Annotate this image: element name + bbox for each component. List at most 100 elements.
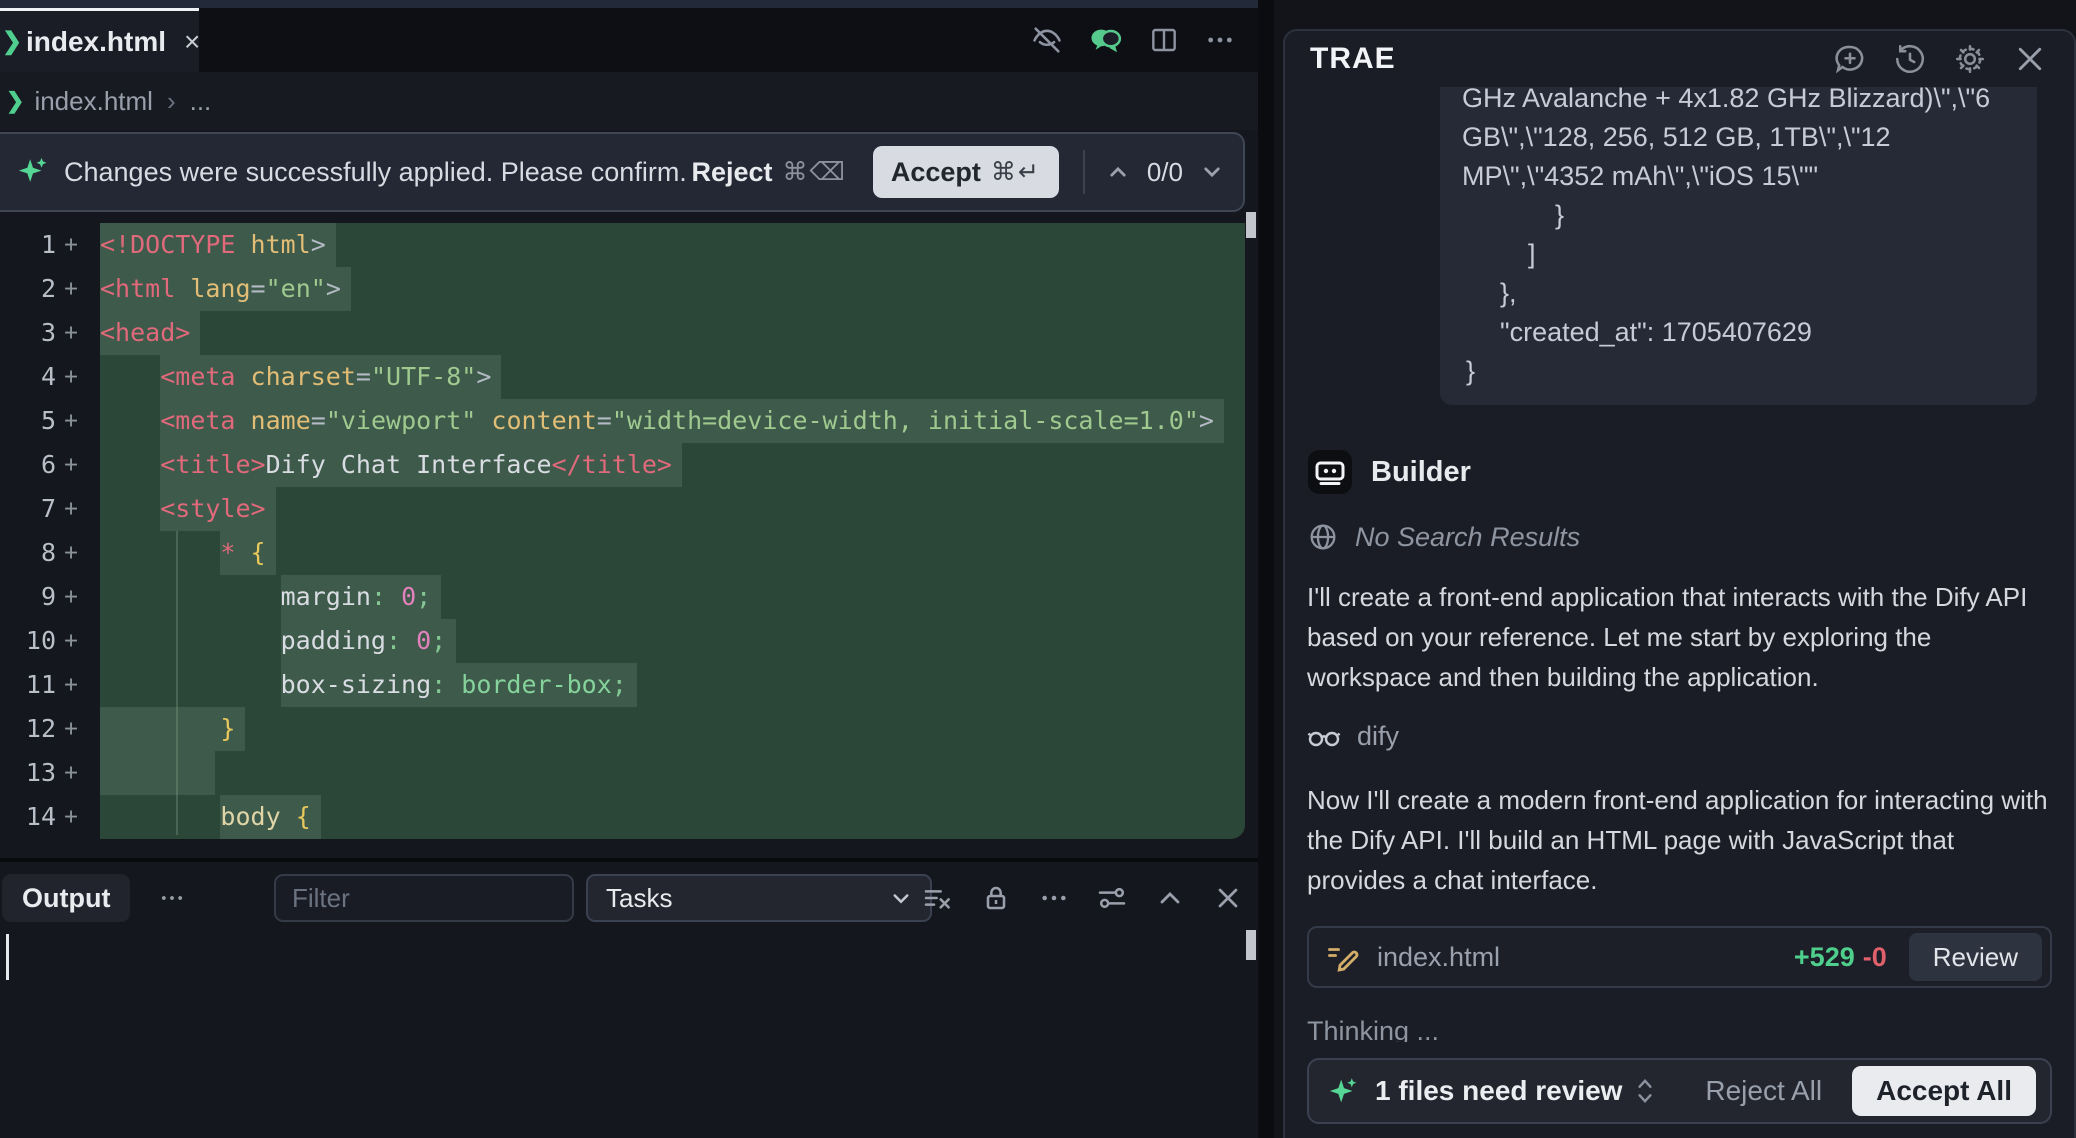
clear-output-icon[interactable] xyxy=(922,882,954,914)
lines-removed: -0 xyxy=(1863,942,1887,973)
review-bar: 1 files need review Reject All Accept Al… xyxy=(1307,1058,2052,1124)
maximize-panel-icon[interactable] xyxy=(1154,882,1186,914)
accept-all-button[interactable]: Accept All xyxy=(1852,1066,2036,1116)
line-number: 10 xyxy=(0,619,56,663)
code-line[interactable]: 7+ <style> xyxy=(0,487,1258,531)
breadcrumb[interactable]: ❯ index.html › ... xyxy=(0,72,1258,130)
indent-guide xyxy=(176,531,178,835)
chat-scroll-area[interactable]: GHz Avalanche + 4x1.82 GHz Blizzard)\",\… xyxy=(1285,87,2074,1042)
glasses-icon xyxy=(1307,724,1341,750)
diff-added-marker: + xyxy=(56,223,86,267)
output-filter-input[interactable] xyxy=(274,874,574,922)
breadcrumb-more[interactable]: ... xyxy=(190,86,212,117)
json-line: } xyxy=(1462,352,2017,391)
divider xyxy=(1083,150,1085,194)
code-line[interactable]: 3+<head> xyxy=(0,311,1258,355)
section-gap xyxy=(1258,0,1274,1138)
tool-call-row[interactable]: dify xyxy=(1307,721,2052,752)
reject-all-button[interactable]: Reject All xyxy=(1705,1075,1822,1107)
sparkle-icon xyxy=(16,155,50,189)
confirm-message: Changes were successfully applied. Pleas… xyxy=(64,157,687,188)
history-icon[interactable] xyxy=(1892,41,1928,77)
trae-header: TRAE xyxy=(1285,31,2074,87)
json-line: ] xyxy=(1462,235,2017,274)
more-actions-icon[interactable] xyxy=(1038,882,1070,914)
lock-scroll-icon[interactable] xyxy=(980,882,1012,914)
breadcrumb-file[interactable]: index.html xyxy=(34,86,153,117)
accept-label: Accept xyxy=(891,157,981,188)
close-panel-icon[interactable] xyxy=(1212,882,1244,914)
thinking-status: Thinking ... xyxy=(1307,1016,2052,1042)
line-number: 12 xyxy=(0,707,56,751)
tab-title: index.html xyxy=(26,26,166,58)
code-line[interactable]: 6+ <title>Dify Chat Interface</title> xyxy=(0,443,1258,487)
search-status: No Search Results xyxy=(1355,522,1580,553)
split-editor-icon[interactable] xyxy=(1148,24,1180,56)
builder-label: Builder xyxy=(1371,456,1471,489)
code-editor[interactable]: 1+<!DOCTYPE html>2+<html lang="en">3+<he… xyxy=(0,223,1258,839)
builder-row: Builder xyxy=(1307,449,2052,495)
more-actions-icon[interactable] xyxy=(1204,24,1236,56)
diff-added-marker: + xyxy=(56,663,86,707)
prev-change-icon[interactable] xyxy=(1103,157,1133,187)
output-channel-label: Tasks xyxy=(606,883,886,914)
gear-icon[interactable] xyxy=(1952,41,1988,77)
line-number: 6 xyxy=(0,443,56,487)
output-channel-select[interactable]: Tasks xyxy=(586,874,932,922)
accept-all-label: Accept All xyxy=(1876,1075,2012,1107)
review-label: Review xyxy=(1933,942,2018,973)
editor-section: ❯ index.html × xyxy=(0,0,1258,1138)
tab-output[interactable]: Output xyxy=(2,874,130,922)
reject-shortcut: ⌘⌫ xyxy=(783,157,847,187)
tab-index-html[interactable]: ❯ index.html × xyxy=(0,8,199,72)
code-line[interactable]: 13+ xyxy=(0,751,1258,795)
accept-shortcut: ⌘↵ xyxy=(991,157,1041,187)
file-change-card[interactable]: index.html +529 -0 Review xyxy=(1307,926,2052,988)
hide-inline-diff-icon[interactable] xyxy=(1030,23,1064,57)
json-line: "created_at": 1705407629 xyxy=(1462,313,2017,352)
diff-added-marker: + xyxy=(56,267,86,311)
code-line[interactable]: 2+<html lang="en"> xyxy=(0,267,1258,311)
diff-added-marker: + xyxy=(56,707,86,751)
review-count-label: 1 files need review xyxy=(1375,1075,1622,1107)
assistant-message: I'll create a front-end application that… xyxy=(1307,577,2059,697)
diff-added-marker: + xyxy=(56,795,86,839)
window-top-strip xyxy=(0,0,1258,8)
json-code-block: GHz Avalanche + 4x1.82 GHz Blizzard)\",\… xyxy=(1440,87,2037,405)
panel-divider[interactable] xyxy=(0,858,1258,862)
panel-more-icon[interactable] xyxy=(158,884,186,912)
line-number: 11 xyxy=(0,663,56,707)
diff-added-marker: + xyxy=(56,619,86,663)
code-line[interactable]: 12+ } xyxy=(0,707,1258,751)
change-counter: 0/0 xyxy=(1147,157,1183,188)
code-line[interactable]: 10+ padding: 0; xyxy=(0,619,1258,663)
accept-button[interactable]: Accept ⌘↵ xyxy=(873,146,1059,198)
assistant-message: Now I'll create a modern front-end appli… xyxy=(1307,780,2059,900)
close-panel-icon[interactable] xyxy=(2012,41,2048,77)
chat-bubbles-icon[interactable] xyxy=(1088,23,1124,57)
diff-added-marker: + xyxy=(56,751,86,795)
code-line[interactable]: 14+ body { xyxy=(0,795,1258,839)
output-tab-label: Output xyxy=(22,883,110,914)
reject-button[interactable]: Reject xyxy=(691,157,772,188)
diff-added-marker: + xyxy=(56,487,86,531)
code-line[interactable]: 11+ box-sizing: border-box; xyxy=(0,663,1258,707)
web-search-row: No Search Results xyxy=(1307,521,2052,553)
code-line[interactable]: 4+ <meta charset="UTF-8"> xyxy=(0,355,1258,399)
code-line[interactable]: 5+ <meta name="viewport" content="width=… xyxy=(0,399,1258,443)
code-line[interactable]: 1+<!DOCTYPE html> xyxy=(0,223,1258,267)
editor-scrollbar-thumb[interactable] xyxy=(1246,212,1256,238)
line-number: 2 xyxy=(0,267,56,311)
output-scrollbar-thumb[interactable] xyxy=(1246,930,1256,960)
code-line[interactable]: 8+ * { xyxy=(0,531,1258,575)
output-settings-icon[interactable] xyxy=(1096,882,1128,914)
next-change-icon[interactable] xyxy=(1197,157,1227,187)
review-button[interactable]: Review xyxy=(1909,933,2042,981)
code-line[interactable]: 9+ margin: 0; xyxy=(0,575,1258,619)
expand-collapse-icon[interactable] xyxy=(1632,1076,1658,1106)
new-chat-icon[interactable] xyxy=(1832,41,1868,77)
builder-robot-icon xyxy=(1307,449,1353,495)
line-number: 8 xyxy=(0,531,56,575)
tab-close-icon[interactable]: × xyxy=(184,26,200,58)
line-number: 9 xyxy=(0,575,56,619)
